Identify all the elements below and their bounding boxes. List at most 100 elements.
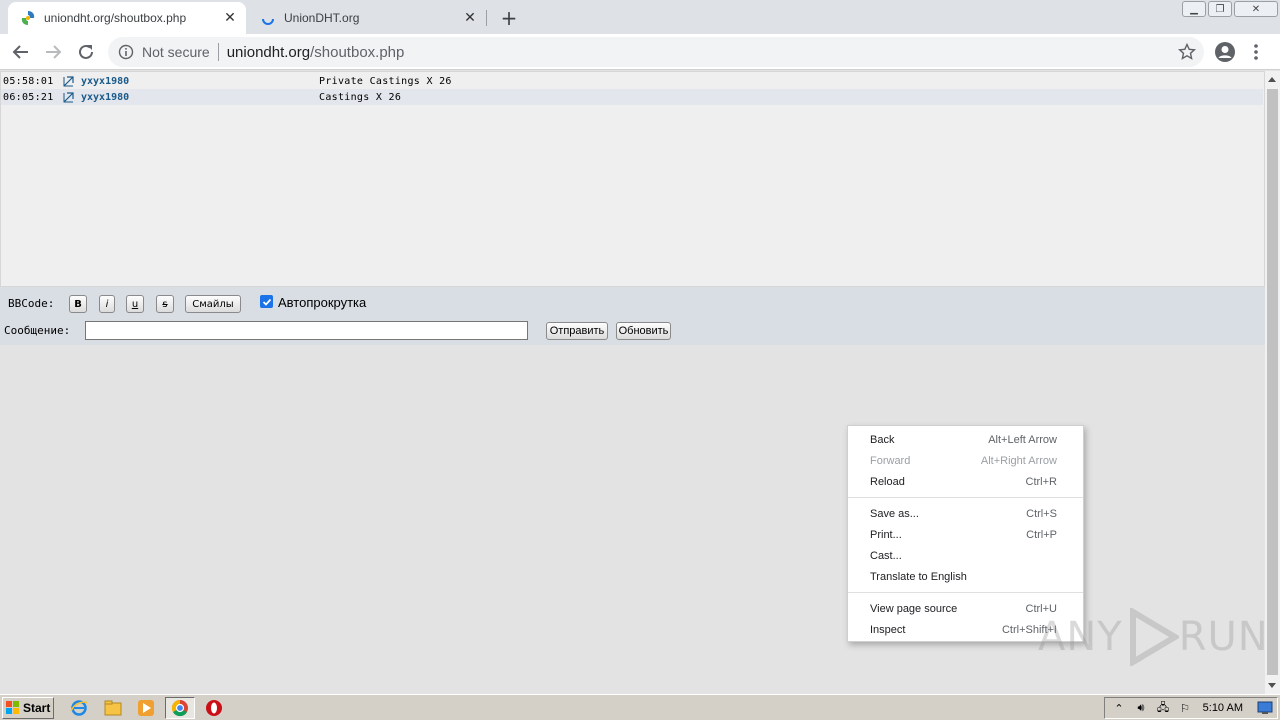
watermark-right: RUN — [1178, 614, 1269, 660]
menu-separator — [848, 497, 1083, 498]
url-text: uniondht.org/shoutbox.php — [227, 44, 405, 61]
menu-item-save-as[interactable]: Save as... Ctrl+S — [848, 503, 1083, 524]
menu-item-label: Cast... — [870, 549, 902, 562]
back-button[interactable] — [8, 39, 34, 65]
arrow-right-icon — [46, 45, 62, 59]
url-host: uniondht.org — [226, 43, 311, 61]
message-row: 05:58:01 yxyx1980 Private Castings X 26 — [1, 73, 1263, 89]
menu-item-forward[interactable]: Forward Alt+Right Arrow — [848, 450, 1083, 471]
underline-button[interactable]: u — [126, 295, 144, 313]
reload-icon — [79, 44, 93, 59]
italic-button[interactable]: i — [99, 295, 115, 313]
message-text: Castings X 26 — [319, 91, 402, 103]
tab-uniondht[interactable]: UnionDHT.org ✕ — [248, 2, 486, 34]
menu-item-label: View page source — [870, 602, 958, 615]
loading-spinner-icon — [260, 10, 276, 26]
menu-item-label: Inspect — [870, 623, 906, 636]
opera-icon[interactable] — [205, 699, 223, 717]
windows-logo-icon — [6, 701, 19, 714]
chrome-taskbar-button[interactable] — [165, 697, 195, 719]
info-icon[interactable] — [118, 44, 134, 60]
tab-title: UnionDHT.org — [284, 11, 360, 25]
vertical-scrollbar[interactable] — [1265, 71, 1280, 694]
action-center-flag-icon[interactable]: ⚐ — [1177, 700, 1193, 716]
site-favicon-icon — [20, 10, 36, 26]
taskbar: Start ⌃ 🔊︎ 🖧 ⚐ 5:10 AM — [0, 694, 1280, 720]
menu-item-translate[interactable]: Translate to English — [848, 566, 1083, 587]
start-button[interactable]: Start — [2, 697, 54, 719]
menu-item-cast[interactable]: Cast... — [848, 545, 1083, 566]
menu-item-shortcut: Ctrl+P — [1026, 528, 1057, 541]
close-window-button[interactable]: ✕ — [1234, 1, 1278, 17]
security-status: Not secure — [142, 44, 210, 60]
network-icon[interactable]: 🖧 — [1155, 700, 1171, 716]
autoscroll-checkbox[interactable] — [260, 295, 273, 308]
message-label: Сообщение: — [4, 324, 71, 337]
minimize-button[interactable]: ▁ — [1182, 1, 1206, 17]
scroll-down-arrow-icon[interactable] — [1268, 683, 1276, 688]
message-time: 05:58:01 — [3, 75, 54, 87]
browser-toolbar: Not secure uniondht.org/shoutbox.php — [0, 34, 1280, 70]
tab-close-icon[interactable]: ✕ — [220, 8, 240, 28]
menu-item-shortcut: Ctrl+R — [1025, 475, 1057, 488]
shoutbox-messages: 05:58:01 yxyx1980 Private Castings X 26 … — [0, 71, 1265, 287]
chrome-icon — [171, 699, 188, 717]
message-time: 06:05:21 — [3, 91, 54, 103]
tab-strip: uniondht.org/shoutbox.php ✕ UnionDHT.org… — [0, 0, 1280, 34]
menu-item-label: Reload — [870, 475, 905, 488]
profile-avatar-icon[interactable] — [1214, 41, 1236, 63]
reply-arrow-icon[interactable] — [63, 76, 75, 87]
checkmark-icon — [262, 298, 271, 306]
menu-item-shortcut: Ctrl+S — [1026, 507, 1057, 520]
url-path: /shoutbox.php — [310, 43, 405, 61]
tab-close-icon[interactable]: ✕ — [460, 8, 480, 28]
menu-separator — [848, 592, 1083, 593]
message-nick[interactable]: yxyx1980 — [81, 76, 129, 87]
tab-divider — [486, 10, 487, 26]
tab-title: uniondht.org/shoutbox.php — [44, 11, 187, 25]
start-label: Start — [23, 701, 51, 715]
menu-item-print[interactable]: Print... Ctrl+P — [848, 524, 1083, 545]
clock[interactable]: 5:10 AM — [1203, 702, 1243, 714]
send-button[interactable]: Отправить — [546, 322, 608, 340]
message-row: 06:05:21 yxyx1980 Castings X 26 — [1, 89, 1263, 105]
menu-item-shortcut: Alt+Right Arrow — [980, 454, 1057, 467]
volume-icon[interactable]: 🔊︎ — [1133, 700, 1149, 716]
autoscroll-label[interactable]: Автопрокрутка — [278, 295, 366, 310]
refresh-button[interactable]: Обновить — [616, 322, 671, 340]
arrow-left-icon — [12, 45, 28, 59]
window-controls: ▁ ❐ ✕ — [1182, 0, 1280, 18]
message-input[interactable] — [85, 321, 528, 340]
reload-button[interactable] — [73, 39, 99, 65]
menu-item-label: Back — [870, 433, 895, 446]
shoutbox-controls: BBCode: B i u s Смайлы Автопрокрутка Соо… — [0, 287, 1265, 345]
address-bar[interactable]: Not secure uniondht.org/shoutbox.php — [108, 37, 1204, 67]
menu-item-shortcut: Alt+Left Arrow — [988, 433, 1057, 446]
menu-item-reload[interactable]: Reload Ctrl+R — [848, 471, 1083, 492]
message-nick[interactable]: yxyx1980 — [81, 92, 129, 103]
anyrun-watermark: ANY RUN — [1038, 608, 1269, 666]
scrollbar-thumb[interactable] — [1267, 89, 1278, 675]
media-player-icon[interactable] — [137, 699, 155, 717]
menu-item-label: Print... — [870, 528, 902, 541]
menu-item-back[interactable]: Back Alt+Left Arrow — [848, 429, 1083, 450]
smileys-button[interactable]: Смайлы — [185, 295, 241, 313]
bookmark-star-icon[interactable] — [1178, 43, 1196, 61]
watermark-left: ANY — [1038, 614, 1123, 660]
file-explorer-icon[interactable] — [104, 699, 122, 717]
restore-button[interactable]: ❐ — [1208, 1, 1232, 17]
forward-button[interactable] — [40, 39, 66, 65]
bbcode-label: BBCode: — [8, 297, 55, 310]
menu-item-label: Translate to English — [870, 570, 967, 583]
strike-button[interactable]: s — [156, 295, 174, 313]
show-desktop-icon[interactable] — [1257, 701, 1273, 715]
scroll-up-arrow-icon[interactable] — [1268, 77, 1276, 82]
menu-kebab-icon[interactable] — [1250, 42, 1262, 62]
system-tray: ⌃ 🔊︎ 🖧 ⚐ 5:10 AM — [1104, 697, 1278, 719]
bold-button[interactable]: B — [69, 295, 87, 313]
tab-shoutbox[interactable]: uniondht.org/shoutbox.php ✕ — [8, 2, 246, 34]
tray-expand-icon[interactable]: ⌃ — [1111, 700, 1127, 716]
internet-explorer-icon[interactable] — [70, 699, 88, 717]
reply-arrow-icon[interactable] — [63, 92, 75, 103]
new-tab-button[interactable]: + — [496, 6, 522, 30]
